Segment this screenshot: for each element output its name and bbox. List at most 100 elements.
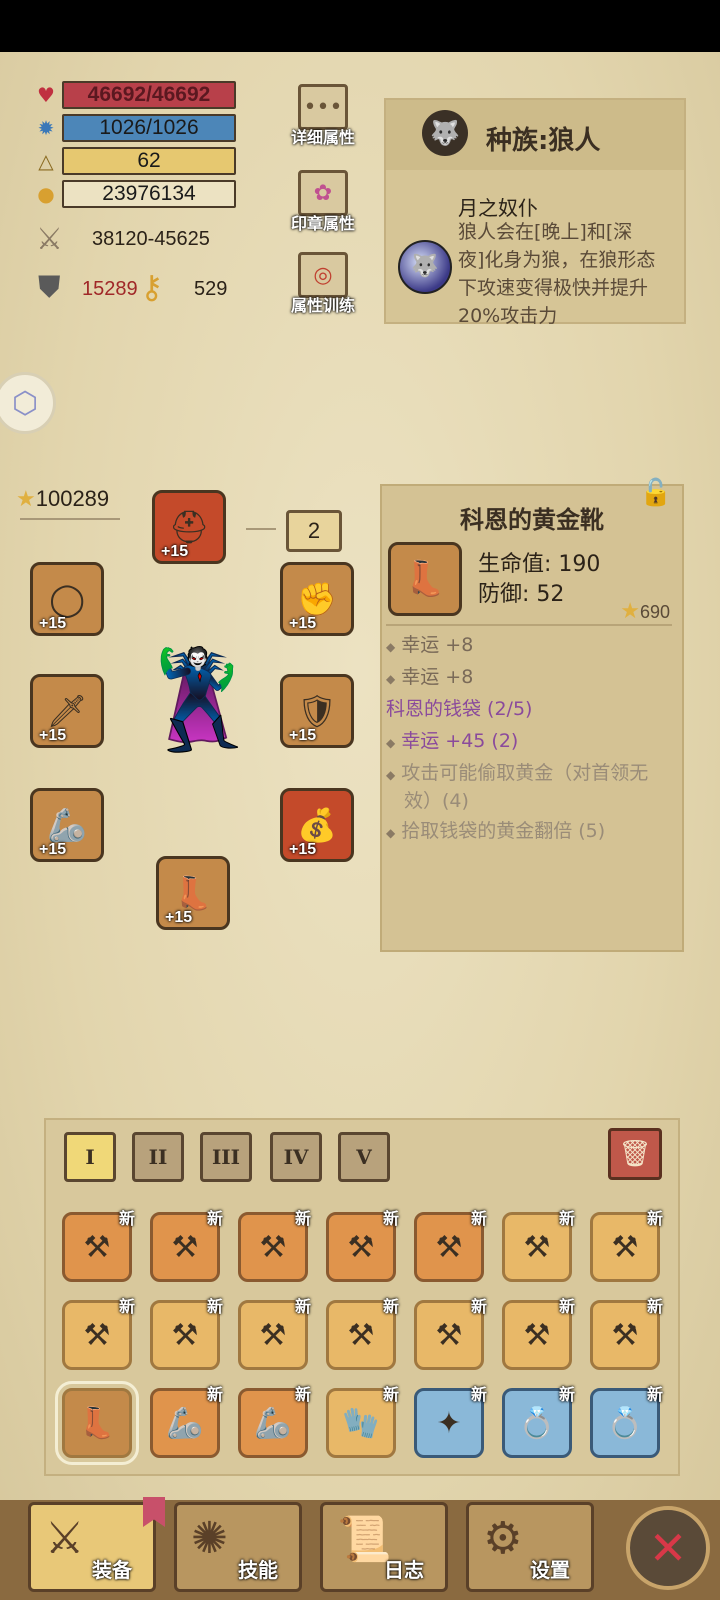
- boots-icon: 👢: [78, 1405, 116, 1441]
- level-icon: △: [38, 149, 54, 173]
- inventory-item[interactable]: ⚒ 新: [326, 1209, 399, 1282]
- inventory-item[interactable]: ⚒ 新: [414, 1297, 487, 1370]
- tab-2[interactable]: II: [132, 1132, 184, 1182]
- trash-icon[interactable]: 🗑: [608, 1128, 662, 1180]
- helmet-pile-icon: ⚒: [347, 1317, 375, 1353]
- inventory-item[interactable]: ⚒ 新: [590, 1209, 663, 1282]
- axe-icon: ⚔: [45, 1513, 85, 1564]
- new-badge: 新: [118, 1297, 135, 1316]
- inventory-item[interactable]: ⚒ 新: [62, 1209, 135, 1282]
- helmet-pile-icon: ⚒: [435, 1229, 463, 1265]
- nav-settings-label: 设置: [530, 1558, 570, 1582]
- nav-log[interactable]: 📜 日志: [320, 1502, 448, 1592]
- helmet-pile-icon: ⚒: [259, 1317, 287, 1353]
- nav-skills[interactable]: ✺ 技能: [174, 1502, 302, 1592]
- new-badge: 新: [470, 1209, 487, 1228]
- inventory-item[interactable]: ⚒ 新: [590, 1297, 663, 1370]
- new-badge: 新: [206, 1385, 223, 1404]
- wolf-head-icon: 🐺: [422, 110, 468, 156]
- mp-row: ✹ 1026/1026: [34, 113, 236, 143]
- weapon-slot[interactable]: 🗡 +15: [30, 674, 104, 748]
- inventory-item[interactable]: ✦ 新: [414, 1385, 487, 1458]
- inventory-item[interactable]: 🦾 新: [150, 1385, 223, 1458]
- heart-icon: ♥: [37, 83, 55, 107]
- seal-stats-button[interactable]: ✿ 印章属性: [288, 170, 358, 234]
- helmet-pile-icon: ⚒: [523, 1229, 551, 1265]
- star-icon: ★: [620, 598, 640, 623]
- new-badge: 新: [558, 1385, 575, 1404]
- inventory-item[interactable]: ⚒ 新: [414, 1209, 487, 1282]
- tab-4[interactable]: IV: [270, 1132, 322, 1182]
- inventory-item[interactable]: 💍 新: [590, 1385, 663, 1458]
- inventory-item[interactable]: 🦾 新: [238, 1385, 311, 1458]
- tab-5[interactable]: V: [338, 1132, 390, 1182]
- helmet-pile-icon: ⚒: [347, 1229, 375, 1265]
- new-badge: 新: [382, 1209, 399, 1228]
- nav-settings[interactable]: ⚙ 设置: [466, 1502, 594, 1592]
- inventory-item[interactable]: ⚒ 新: [62, 1297, 135, 1370]
- item-def-stat: 防御: 52: [478, 582, 565, 607]
- set-bonus-text: 拾取钱袋的黄金翻倍 (5): [401, 820, 606, 842]
- inventory-item[interactable]: ⚒ 新: [502, 1209, 575, 1282]
- tab-1[interactable]: I: [64, 1132, 116, 1182]
- training-button[interactable]: ◎ 属性训练: [288, 252, 358, 316]
- inventory-item[interactable]: ⚒ 新: [502, 1297, 575, 1370]
- inventory-item[interactable]: ⚒ 新: [238, 1209, 311, 1282]
- gloves-slot[interactable]: ✊ +15: [280, 562, 354, 636]
- helmet-pile-icon: ⚒: [611, 1229, 639, 1265]
- boots-icon: 👢: [173, 874, 213, 912]
- shield-icon: ⛊: [38, 270, 61, 305]
- race-panel: 🐺 种族:狼人 🐺 月之奴仆 狼人会在[晚上]和[深夜]化身为狼，在狼形态下攻速…: [384, 98, 686, 327]
- defense-value: 15289: [82, 278, 138, 300]
- bracer-slot[interactable]: 🦾 +15: [30, 788, 104, 862]
- helmet-slot[interactable]: ⛑ +15: [152, 490, 226, 564]
- set-bonus: ◆ 拾取钱袋的黄金翻倍 (5): [386, 820, 606, 842]
- sword-icon: 🗡: [46, 692, 88, 730]
- slot-level: +15: [39, 615, 67, 632]
- loadout-page-badge[interactable]: 2: [286, 510, 342, 552]
- hero-character: 🦹: [138, 644, 258, 756]
- divider: [386, 624, 672, 626]
- level-bar: 62: [62, 147, 236, 175]
- slot-level: +15: [289, 727, 317, 744]
- inventory-item-selected[interactable]: 👢: [55, 1381, 139, 1465]
- hp-row: ♥ 46692/46692: [34, 80, 236, 110]
- unlock-icon[interactable]: 🔓: [636, 478, 676, 518]
- detail-stats-button[interactable]: ••• 详细属性: [288, 84, 358, 148]
- race-trait-name: 月之奴仆: [458, 196, 538, 220]
- inventory-item[interactable]: 🧤 新: [326, 1385, 399, 1458]
- helmet-pile-icon: ⚒: [171, 1317, 199, 1353]
- ring-slot[interactable]: ◯ +15: [30, 562, 104, 636]
- armor-slot[interactable]: 🛡 +15: [280, 674, 354, 748]
- inventory-item[interactable]: ⚒ 新: [150, 1209, 223, 1282]
- inventory-item[interactable]: 💍 新: [502, 1385, 575, 1458]
- tab-3[interactable]: III: [200, 1132, 252, 1182]
- armor-icon: 🛡: [296, 692, 338, 730]
- mana-icon: ✹: [37, 116, 55, 140]
- inventory-item[interactable]: ⚒ 新: [326, 1297, 399, 1370]
- inventory-item[interactable]: ⚒ 新: [150, 1297, 223, 1370]
- seal-stats-label: 印章属性: [290, 214, 355, 233]
- set-title: 科恩的钱袋 (2/5): [386, 698, 533, 720]
- close-icon[interactable]: ✕: [626, 1506, 710, 1590]
- item-attr: ◆ 幸运 +8: [386, 634, 474, 656]
- slot-level: +15: [161, 543, 189, 560]
- luck-value: 529: [194, 278, 228, 300]
- race-title: 种族:狼人: [486, 126, 601, 156]
- set-bonus: ◆ 幸运 +45 (2): [386, 730, 519, 752]
- amulet-icon: ✦: [436, 1405, 462, 1441]
- new-badge: 新: [118, 1209, 135, 1228]
- inventory-item[interactable]: ⚒ 新: [238, 1297, 311, 1370]
- slot-level: +15: [289, 841, 317, 858]
- ring-icon: ◯: [49, 580, 85, 618]
- connector-line: [20, 518, 120, 520]
- nav-equip[interactable]: ⚔ 装备: [28, 1497, 165, 1592]
- new-badge: 新: [382, 1385, 399, 1404]
- belt-slot[interactable]: 💰 +15: [280, 788, 354, 862]
- new-badge: 新: [294, 1209, 311, 1228]
- inventory-panel: I II III IV V 🗑 ⚒ 新 ⚒ 新 ⚒ 新 ⚒ 新 ⚒ 新 ⚒ 新 ⚒ 新 ⚒ 新 …: [44, 1118, 680, 1476]
- new-badge: 新: [470, 1297, 487, 1316]
- boots-slot[interactable]: 👢 +15: [156, 856, 230, 930]
- hp-bar: 46692/46692: [62, 81, 236, 109]
- skill-rune-icon: ✺: [191, 1513, 228, 1564]
